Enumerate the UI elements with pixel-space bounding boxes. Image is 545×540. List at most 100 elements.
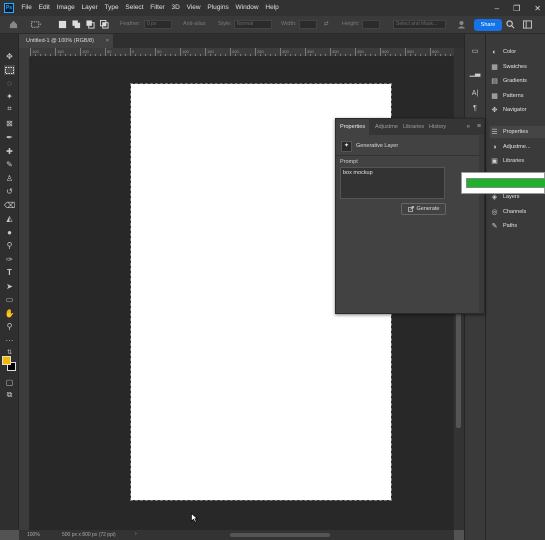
panel-paths[interactable]: ✎ Paths xyxy=(490,220,545,232)
quick-selection-tool-icon[interactable]: ✦ xyxy=(4,91,15,101)
status-menu-arrow-icon[interactable]: › xyxy=(135,531,137,537)
prompt-input[interactable]: box mockup xyxy=(340,167,445,199)
share-button[interactable]: Share xyxy=(474,19,502,31)
menu-3d[interactable]: 3D xyxy=(168,0,183,16)
swap-dimensions-icon[interactable]: ⇄ xyxy=(324,21,329,27)
healing-brush-tool-icon[interactable]: ✚ xyxy=(4,146,15,156)
vertical-scroll-thumb[interactable] xyxy=(456,308,461,428)
hand-tool-icon[interactable]: ✋ xyxy=(4,308,15,318)
panel-channels[interactable]: ◎ Channels xyxy=(490,206,545,218)
move-tool-icon[interactable]: ✥ xyxy=(4,51,15,61)
horizontal-scrollbar[interactable] xyxy=(140,530,454,540)
menu-edit[interactable]: Edit xyxy=(35,0,53,16)
frame-tool-icon[interactable]: ⊠ xyxy=(4,118,15,128)
clone-stamp-tool-icon[interactable]: ♙ xyxy=(4,173,15,183)
panel-color[interactable]: ◐ Color xyxy=(490,46,545,58)
new-selection-icon[interactable] xyxy=(58,20,67,29)
home-icon[interactable] xyxy=(9,20,18,29)
zoom-level[interactable]: 100% xyxy=(27,532,40,538)
navigator-icon: ✥ xyxy=(491,106,498,114)
edit-toolbar-icon[interactable]: ··· xyxy=(4,335,15,345)
character-icon[interactable]: A| xyxy=(469,89,481,99)
dodge-tool-icon[interactable]: ⚲ xyxy=(4,240,15,250)
window-controls: – ❐ ✕ xyxy=(495,0,541,16)
document-tab[interactable]: Untitled-1 @ 100% (RGB/8) × xyxy=(19,34,113,48)
blur-tool-icon[interactable]: ● xyxy=(4,227,15,237)
path-selection-tool-icon[interactable]: ➤ xyxy=(4,281,15,291)
search-icon[interactable] xyxy=(506,20,515,29)
panel-navigator[interactable]: ✥ Navigator xyxy=(490,104,545,116)
add-selection-icon[interactable] xyxy=(72,20,81,29)
height-input[interactable] xyxy=(362,20,380,29)
generative-layer-icon: ✦ xyxy=(341,140,352,152)
tab-libraries[interactable]: Libraries xyxy=(399,119,428,135)
close-icon[interactable]: ✕ xyxy=(534,4,541,13)
tab-history[interactable]: History xyxy=(425,119,450,135)
generate-label: Generate xyxy=(416,206,440,212)
panel-scrollbar[interactable] xyxy=(479,135,484,313)
marquee-tool-preset-icon[interactable] xyxy=(30,20,43,29)
pen-tool-icon[interactable]: ✑ xyxy=(4,254,15,264)
user-icon[interactable] xyxy=(457,20,466,29)
generate-button[interactable]: Generate xyxy=(401,203,446,215)
tools-panel: ✥ ◌ ✦ ⌗ ⊠ ✒ ✚ ✎ ♙ ↺ ⌫ ◭ ● ⚲ ✑ T ➤ ▭ ✋ ⚲ … xyxy=(0,34,19,530)
panel-adjustments[interactable]: ◑ Adjustme... xyxy=(490,141,545,153)
tab-adjustments[interactable]: Adjustme xyxy=(371,119,402,135)
menu-plugins[interactable]: Plugins xyxy=(204,0,232,16)
menu-select[interactable]: Select xyxy=(122,0,147,16)
zoom-tool-icon[interactable]: ⚲ xyxy=(4,321,15,331)
paint-bucket-tool-icon[interactable]: ◭ xyxy=(4,213,15,223)
ruler-tick xyxy=(155,48,156,56)
menu-filter[interactable]: Filter xyxy=(147,0,168,16)
rectangle-tool-icon[interactable]: ▭ xyxy=(4,294,15,304)
close-tab-icon[interactable]: × xyxy=(106,34,109,48)
minimize-icon[interactable]: – xyxy=(495,4,499,13)
menu-help[interactable]: Help xyxy=(262,0,282,16)
lasso-tool-icon[interactable]: ◌ xyxy=(4,78,15,88)
panel-label: Swatches xyxy=(503,64,527,70)
subtract-selection-icon[interactable] xyxy=(86,20,95,29)
panel-menu-icon[interactable]: ≡ xyxy=(477,119,481,135)
panel-gradients[interactable]: ▤ Gradients xyxy=(490,75,545,87)
eyedropper-tool-icon[interactable]: ✒ xyxy=(4,132,15,142)
width-input[interactable] xyxy=(299,20,317,29)
ruler-tick xyxy=(280,48,281,56)
foreground-color-swatch[interactable] xyxy=(2,356,11,365)
panel-swatches[interactable]: ▦ Swatches xyxy=(490,61,545,73)
panel-properties[interactable]: ☰ Properties xyxy=(490,126,545,138)
panel-dock: ◐ Color ▦ Swatches ▤ Gradients ▦ Patterns ✥ N… xyxy=(485,34,545,540)
menu-image[interactable]: Image xyxy=(53,0,78,16)
menu-file[interactable]: File xyxy=(18,0,35,16)
eraser-tool-icon[interactable]: ⌫ xyxy=(4,200,15,210)
intersect-selection-icon[interactable] xyxy=(100,20,109,29)
panel-patterns[interactable]: ▦ Patterns xyxy=(490,90,545,102)
quick-mask-icon[interactable]: ▢ xyxy=(4,377,15,387)
menu-view[interactable]: View xyxy=(183,0,204,16)
history-brush-tool-icon[interactable]: ↺ xyxy=(4,186,15,196)
comments-icon[interactable]: ▭ xyxy=(469,47,481,57)
workspace-icon[interactable] xyxy=(522,20,533,29)
crop-tool-icon[interactable]: ⌗ xyxy=(4,104,15,114)
menu-type[interactable]: Type xyxy=(101,0,122,16)
select-and-mask-button[interactable]: Select and Mask... xyxy=(393,20,446,29)
feather-input[interactable]: 0 px xyxy=(144,20,172,29)
rectangular-marquee-tool-icon[interactable] xyxy=(4,65,15,75)
type-tool-icon[interactable]: T xyxy=(4,267,15,277)
ruler-tick xyxy=(170,54,171,56)
menu-layer[interactable]: Layer xyxy=(78,0,101,16)
histogram-icon[interactable]: ▁▃ xyxy=(469,69,481,79)
brush-tool-icon[interactable]: ✎ xyxy=(4,159,15,169)
ruler-tick xyxy=(350,54,351,56)
style-select[interactable]: Normal xyxy=(234,20,272,29)
collapse-panel-icon[interactable]: » xyxy=(467,119,470,135)
restore-icon[interactable]: ❐ xyxy=(513,4,520,13)
menu-window[interactable]: Window xyxy=(232,0,262,16)
ruler-tick xyxy=(400,54,401,56)
screen-mode-icon[interactable]: ⧉ xyxy=(4,390,15,400)
tab-properties[interactable]: Properties xyxy=(336,119,370,135)
progress-track xyxy=(466,178,545,188)
horizontal-scroll-thumb[interactable] xyxy=(230,533,330,537)
panel-libraries[interactable]: ▣ Libraries xyxy=(490,155,545,167)
antialias-checkbox[interactable]: Anti-alias xyxy=(183,21,206,27)
paragraph-icon[interactable]: ¶ xyxy=(469,104,481,114)
